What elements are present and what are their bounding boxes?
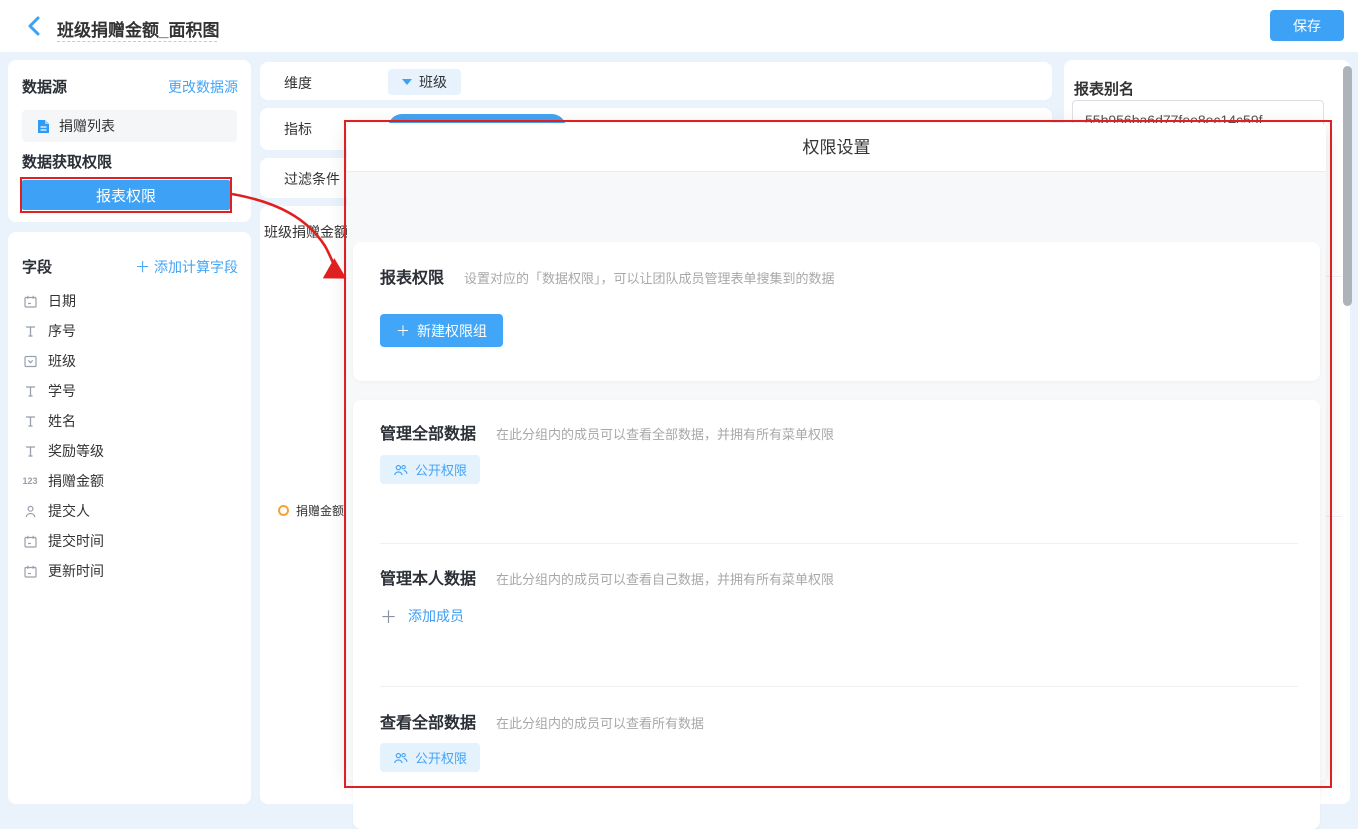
report-permission-button[interactable]: 报表权限 bbox=[22, 180, 230, 210]
people-icon bbox=[393, 751, 408, 765]
chevron-down-icon bbox=[402, 79, 412, 85]
field-row-donation-amount[interactable]: 123 捐赠金额 bbox=[22, 466, 242, 496]
field-label: 班级 bbox=[48, 351, 76, 371]
modal-title: 权限设置 bbox=[347, 123, 1326, 172]
text-icon bbox=[22, 443, 38, 459]
field-label: 提交人 bbox=[48, 501, 90, 521]
public-permission-tag[interactable]: 公开权限 bbox=[380, 455, 480, 484]
section-title: 管理全部数据 bbox=[380, 420, 476, 444]
new-permission-group-button[interactable]: ＋ 新建权限组 bbox=[380, 314, 503, 347]
add-member-link[interactable]: ＋ 添加成员 bbox=[380, 603, 464, 628]
dimension-row: 维度 班级 bbox=[260, 62, 1052, 100]
legend-label: 捐赠金额 bbox=[296, 502, 344, 519]
chart-title: 班级捐赠金额 bbox=[264, 222, 348, 242]
field-row-submit-time[interactable]: 提交时间 bbox=[22, 526, 242, 556]
datasource-panel: 数据源 更改数据源 捐赠列表 数据获取权限 报表权限 bbox=[8, 60, 251, 222]
public-permission-label: 公开权限 bbox=[415, 748, 467, 767]
field-label: 捐赠金额 bbox=[48, 471, 104, 491]
section-desc: 在此分组内的成员可以查看所有数据 bbox=[496, 713, 704, 732]
divider bbox=[380, 686, 1298, 687]
report-permission-card: 报表权限 设置对应的「数据权限」，可以让团队成员管理表单搜集到的数据 ＋ 新建权… bbox=[353, 242, 1320, 381]
field-row-update-time[interactable]: 更新时间 bbox=[22, 556, 242, 586]
permission-settings-modal: 权限设置 报表权限 设置对应的「数据权限」，可以让团队成员管理表单搜集到的数据 … bbox=[347, 123, 1326, 780]
field-label: 日期 bbox=[48, 291, 76, 311]
plus-icon: ＋ bbox=[380, 603, 397, 628]
plus-icon: ＋ bbox=[135, 259, 150, 276]
datasource-item-label: 捐赠列表 bbox=[59, 116, 115, 136]
field-row-date[interactable]: 日期 bbox=[22, 286, 242, 316]
document-icon bbox=[36, 119, 51, 134]
public-permission-tag[interactable]: 公开权限 bbox=[380, 743, 480, 772]
text-icon bbox=[22, 413, 38, 429]
calendar-icon bbox=[22, 533, 38, 549]
scrollbar-thumb[interactable] bbox=[1343, 66, 1352, 306]
back-icon[interactable] bbox=[22, 13, 48, 39]
divider bbox=[380, 543, 1298, 544]
section-desc: 设置对应的「数据权限」，可以让团队成员管理表单搜集到的数据 bbox=[464, 268, 835, 287]
field-label: 奖励等级 bbox=[48, 441, 104, 461]
field-row-reward-level[interactable]: 奖励等级 bbox=[22, 436, 242, 466]
permission-groups-card: 管理全部数据 在此分组内的成员可以查看全部数据，并拥有所有菜单权限 公开权限 管… bbox=[353, 400, 1320, 829]
save-button[interactable]: 保存 bbox=[1270, 10, 1344, 41]
field-label: 提交时间 bbox=[48, 531, 104, 551]
data-access-title: 数据获取权限 bbox=[22, 151, 112, 172]
number-icon: 123 bbox=[22, 473, 38, 489]
section-desc: 在此分组内的成员可以查看全部数据，并拥有所有菜单权限 bbox=[496, 424, 834, 443]
field-row-submitter[interactable]: 提交人 bbox=[22, 496, 242, 526]
calendar-icon bbox=[22, 563, 38, 579]
text-icon bbox=[22, 323, 38, 339]
dimension-tag-label: 班级 bbox=[419, 72, 447, 92]
change-datasource-link[interactable]: 更改数据源 bbox=[168, 77, 238, 97]
dimension-label: 维度 bbox=[284, 73, 312, 93]
select-icon bbox=[22, 353, 38, 369]
field-label: 姓名 bbox=[48, 411, 76, 431]
new-permission-group-label: 新建权限组 bbox=[417, 321, 487, 341]
section-desc: 在此分组内的成员可以查看自己数据，并拥有所有菜单权限 bbox=[496, 569, 834, 588]
field-label: 学号 bbox=[48, 381, 76, 401]
text-icon bbox=[22, 383, 38, 399]
report-alias-label: 报表别名 bbox=[1074, 78, 1134, 99]
datasource-item[interactable]: 捐赠列表 bbox=[22, 110, 237, 142]
chart-legend: 捐赠金额 bbox=[278, 502, 344, 519]
section-title: 报表权限 bbox=[380, 264, 444, 288]
add-calc-field-label: 添加计算字段 bbox=[154, 259, 238, 275]
datasource-title: 数据源 bbox=[22, 76, 67, 97]
fields-title: 字段 bbox=[22, 256, 52, 277]
field-row-student-id[interactable]: 学号 bbox=[22, 376, 242, 406]
metric-label: 指标 bbox=[284, 119, 312, 139]
page-title: 班级捐赠金额_面积图 bbox=[57, 16, 219, 41]
add-member-label: 添加成员 bbox=[408, 606, 464, 626]
field-label: 更新时间 bbox=[48, 561, 104, 581]
title-underline bbox=[57, 41, 217, 42]
fields-panel: 字段 ＋ 添加计算字段 日期 序号 班级 学号 姓名 奖励等级 123 捐赠金额… bbox=[8, 232, 251, 804]
filter-label: 过滤条件 bbox=[284, 169, 340, 189]
person-icon bbox=[22, 503, 38, 519]
field-row-name[interactable]: 姓名 bbox=[22, 406, 242, 436]
people-icon bbox=[393, 463, 408, 477]
field-row-class[interactable]: 班级 bbox=[22, 346, 242, 376]
add-calc-field-link[interactable]: ＋ 添加计算字段 bbox=[135, 256, 238, 277]
field-row-serial[interactable]: 序号 bbox=[22, 316, 242, 346]
legend-marker-icon bbox=[278, 505, 289, 516]
field-label: 序号 bbox=[48, 321, 76, 341]
plus-icon: ＋ bbox=[396, 321, 410, 341]
calendar-icon bbox=[22, 293, 38, 309]
dimension-tag-class[interactable]: 班级 bbox=[388, 69, 461, 95]
public-permission-label: 公开权限 bbox=[415, 460, 467, 479]
section-title: 管理本人数据 bbox=[380, 565, 476, 589]
modal-body: 报表权限 设置对应的「数据权限」，可以让团队成员管理表单搜集到的数据 ＋ 新建权… bbox=[347, 172, 1326, 779]
top-bar: 班级捐赠金额_面积图 保存 bbox=[0, 0, 1358, 52]
section-title: 查看全部数据 bbox=[380, 709, 476, 733]
